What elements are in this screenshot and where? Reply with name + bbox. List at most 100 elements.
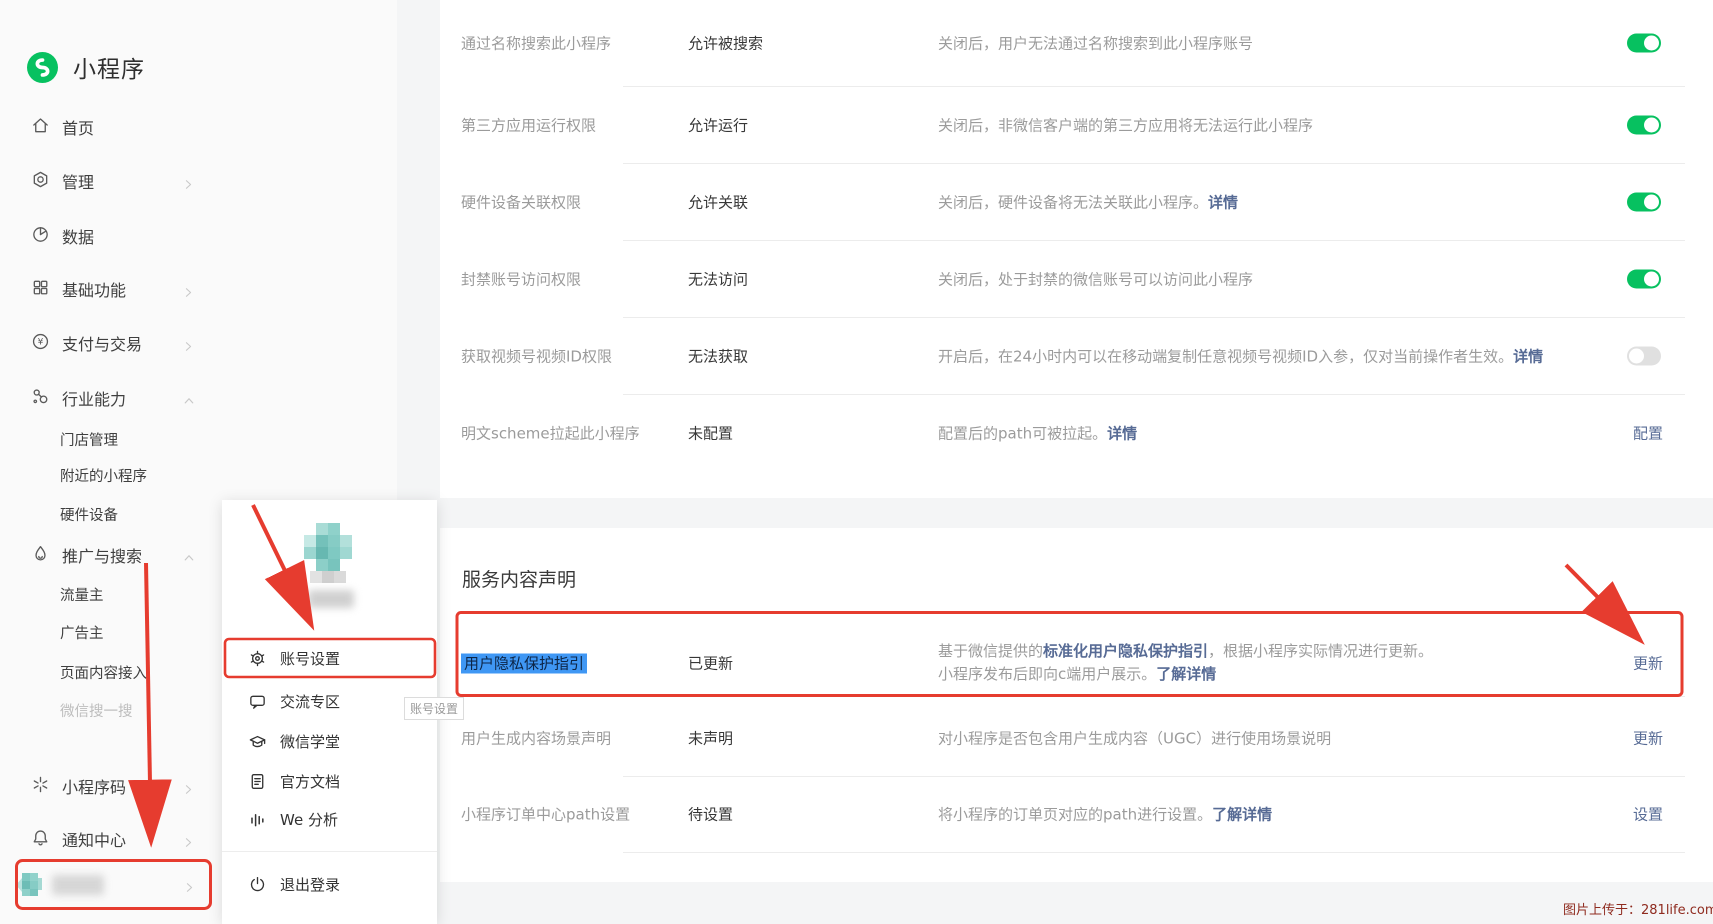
menu-divider [222,851,437,852]
row-divider [623,852,1685,853]
row-description: 关闭后，硬件设备将无法关联此小程序。详情 [938,191,1238,212]
menu-item-logout[interactable]: 退出登录 [222,864,437,904]
search-permission-toggle[interactable] [1627,34,1661,53]
chat-bubble-icon [248,692,267,711]
table-row: 用户生成内容场景声明 未声明 对小程序是否包含用户生成内容（UGC）进行使用场景… [440,700,1713,776]
learn-more-link[interactable]: 了解详情 [1212,806,1272,824]
watermark: 图片上传于：281life.com [1563,899,1713,918]
row-label: 硬件设备关联权限 [461,191,581,212]
avatar [16,872,48,898]
sidebar-subitem-page-content-access[interactable]: 页面内容接入 [60,661,147,683]
flame-icon [31,544,50,567]
chevron-right-icon [183,283,194,302]
row-label: 明文scheme拉起此小程序 [461,422,640,443]
table-row: 获取视频号视频ID权限 无法获取 开启后，在24小时内可以在移动端复制任意视频号… [440,317,1713,394]
table-row: 封禁账号访问权限 无法访问 关闭后，处于封禁的微信账号可以访问此小程序 [440,240,1713,317]
app-grid-icon [31,278,50,301]
wechat-miniprogram-console: 小程序 首页 管理 数据 基础功能 ¥ 支付与交易 行业能力 [0,0,1713,924]
menu-item-label: 交流专区 [280,691,340,712]
configure-link[interactable]: 配置 [1633,422,1663,443]
row-description: 关闭后，非微信客户端的第三方应用将无法运行此小程序 [938,114,1313,135]
yen-circle-icon: ¥ [31,332,50,355]
account-menu-trigger[interactable] [16,862,210,908]
pie-chart-icon [31,225,50,248]
row-label: 第三方应用运行权限 [461,114,596,135]
sidebar-item-data[interactable]: 数据 [31,223,94,249]
sidebar-subitem-hardware-devices[interactable]: 硬件设备 [60,503,118,525]
app-logo[interactable]: 小程序 [27,50,145,84]
update-link[interactable]: 更新 [1633,653,1663,674]
table-row: 通过名称搜索此小程序 允许被搜索 关闭后，用户无法通过名称搜索到此小程序账号 [440,0,1713,86]
bars-chart-icon [248,810,267,829]
gear-icon [248,649,267,668]
menu-item-label: 退出登录 [280,874,340,895]
row-description: 基于微信提供的标准化用户隐私保护指引，根据小程序实际情况进行更新。 小程序发布后… [938,640,1433,686]
learn-more-link[interactable]: 了解详情 [1156,665,1216,683]
section-title: 服务内容声明 [462,565,576,592]
sidebar-item-payment[interactable]: ¥ 支付与交易 [31,330,142,356]
sidebar-subitem-nearby-miniprograms[interactable]: 附近的小程序 [60,464,147,486]
sidebar-item-label: 首页 [62,115,94,139]
chevron-right-icon [183,833,194,852]
sidebar-item-industry[interactable]: 行业能力 [31,385,126,411]
account-name-blurred [308,590,354,608]
sidebar-subitem-advertiser[interactable]: 广告主 [60,621,104,643]
row-value: 待设置 [688,804,733,825]
row-description: 开启后，在24小时内可以在移动端复制任意视频号视频ID入参，仅对当前操作者生效。… [938,345,1543,366]
privacy-guideline-link[interactable]: 标准化用户隐私保护指引 [1043,642,1208,660]
tooltip-account-settings: 账号设置 [404,697,464,720]
menu-item-account-settings[interactable]: 账号设置 [222,638,437,678]
home-icon [31,116,50,139]
details-link[interactable]: 详情 [1208,193,1238,211]
app-title: 小程序 [73,50,145,84]
avatar-large [300,523,358,585]
row-description: 关闭后，用户无法通过名称搜索到此小程序账号 [938,33,1253,54]
thirdparty-run-toggle[interactable] [1627,115,1661,134]
table-row: 第三方应用运行权限 允许运行 关闭后，非微信客户端的第三方应用将无法运行此小程序 [440,86,1713,163]
row-value: 未配置 [688,422,733,443]
details-link[interactable]: 详情 [1107,424,1137,442]
table-row: 小程序订单中心path设置 待设置 将小程序的订单页对应的path进行设置。了解… [440,776,1713,852]
sidebar-item-promotion-search[interactable]: 推广与搜索 [31,542,142,568]
row-value: 允许被搜索 [688,33,763,54]
sidebar-item-label: 小程序码 [62,774,126,798]
row-value: 无法访问 [688,268,748,289]
row-label: 用户隐私保护指引 [461,653,587,674]
toggle-knob [1644,36,1659,51]
chevron-right-icon [183,175,194,194]
row-description: 配置后的path可被拉起。详情 [938,422,1137,443]
hardware-link-toggle[interactable] [1627,192,1661,211]
details-link[interactable]: 详情 [1513,347,1543,365]
miniprogram-logo-icon [27,52,58,83]
menu-item-wechat-academy[interactable]: 微信学堂 [222,721,437,761]
sidebar-item-home[interactable]: 首页 [31,114,94,140]
sidebar-item-miniprogram-code[interactable]: 小程序码 [31,773,126,799]
row-label: 小程序订单中心path设置 [461,804,630,825]
set-link[interactable]: 设置 [1633,804,1663,825]
row-value: 已更新 [688,653,733,674]
row-description: 将小程序的订单页对应的path进行设置。了解详情 [938,804,1272,825]
sidebar-item-notification-center[interactable]: 通知中心 [31,826,126,852]
sidebar-item-label: 推广与搜索 [62,543,142,567]
chevron-up-icon [183,392,195,411]
row-label: 通过名称搜索此小程序 [461,33,611,54]
chevron-right-icon [184,878,195,897]
graduation-cap-icon [248,732,267,751]
row-label: 封禁账号访问权限 [461,268,581,289]
sidebar-subitem-traffic-owner[interactable]: 流量主 [60,583,104,605]
menu-item-we-analytics[interactable]: We 分析 [222,799,437,839]
chevron-up-icon [183,549,195,568]
sidebar-subitem-store-management[interactable]: 门店管理 [60,428,118,450]
sidebar-item-basic-features[interactable]: 基础功能 [31,276,126,302]
video-id-toggle[interactable] [1627,346,1661,365]
update-link[interactable]: 更新 [1633,728,1663,749]
sidebar-subitem-wechat-search[interactable]: 微信搜一搜 [60,699,133,721]
menu-item-label: 微信学堂 [280,731,340,752]
menu-item-official-docs[interactable]: 官方文档 [222,761,437,801]
table-row-privacy-guideline: 用户隐私保护指引 已更新 基于微信提供的标准化用户隐私保护指引，根据小程序实际情… [440,622,1713,704]
banned-account-toggle[interactable] [1627,269,1661,288]
permissions-settings-card: 通过名称搜索此小程序 允许被搜索 关闭后，用户无法通过名称搜索到此小程序账号 第… [440,0,1713,498]
sidebar-item-label: 基础功能 [62,277,126,301]
sidebar-item-label: 通知中心 [62,827,126,851]
sidebar-item-manage[interactable]: 管理 [31,168,94,194]
